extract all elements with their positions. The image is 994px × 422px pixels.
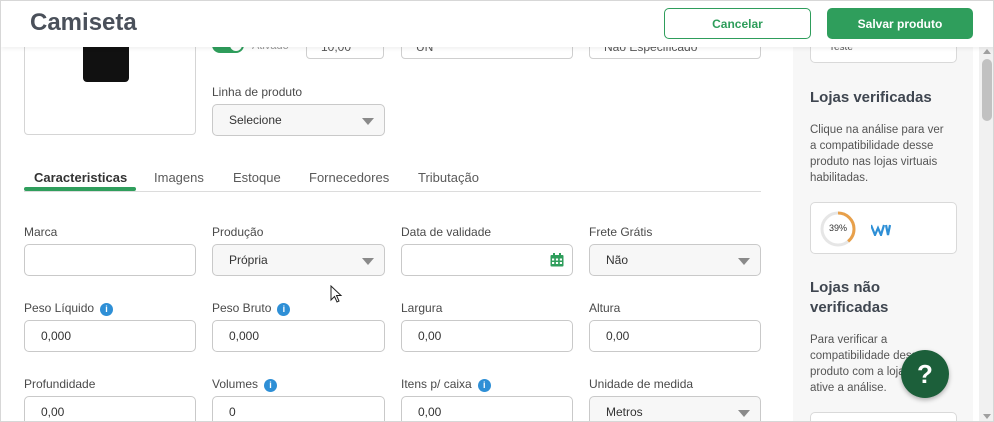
itens-caixa-label: Itens p/ caixa i xyxy=(401,377,491,392)
itens-caixa-value: 0,00 xyxy=(418,405,442,419)
tab-tributacao[interactable]: Tributação xyxy=(418,170,479,185)
unverified-title-line: Lojas não xyxy=(810,279,881,296)
peso-bruto-label-text: Peso Bruto xyxy=(212,301,272,315)
marca-input[interactable] xyxy=(24,244,196,276)
calendar-icon[interactable] xyxy=(550,253,564,267)
chevron-down-icon xyxy=(362,118,374,125)
tab-bar: Caracteristicas Imagens Estoque Forneced… xyxy=(24,167,761,192)
chevron-down-icon xyxy=(738,410,750,417)
scroll-thumb[interactable] xyxy=(982,59,992,121)
verified-text-line: habilitadas. xyxy=(810,172,869,184)
chevron-down-icon xyxy=(738,258,750,265)
unidade-label: Unidade de medida xyxy=(589,377,694,391)
producao-label: Produção xyxy=(212,225,264,239)
itens-caixa-input[interactable]: 0,00 xyxy=(401,396,573,421)
info-icon[interactable]: i xyxy=(277,303,291,316)
marca-label: Marca xyxy=(24,225,58,239)
peso-liquido-label: Peso Líquido i xyxy=(24,301,114,316)
tab-estoque[interactable]: Estoque xyxy=(233,170,281,185)
verified-text-line: produto nas lojas virtuais xyxy=(810,156,938,168)
volumes-value: 0 xyxy=(229,405,236,419)
cancel-button[interactable]: Cancelar xyxy=(664,8,811,39)
peso-bruto-label: Peso Bruto i xyxy=(212,301,291,316)
altura-label: Altura xyxy=(589,301,621,315)
profundidade-value: 0,00 xyxy=(41,405,65,419)
product-line-label: Linha de produto xyxy=(212,85,303,99)
scroll-down-arrow-icon[interactable] xyxy=(983,414,991,419)
tab-imagens[interactable]: Imagens xyxy=(154,170,204,185)
app-window: Ativado 10,00 UN Não Especificado Linha … xyxy=(0,0,994,422)
store-logo-icon xyxy=(871,224,891,236)
page-header: Camiseta Cancelar Salvar produto xyxy=(1,1,993,47)
validade-label: Data de validade xyxy=(401,225,492,239)
tab-caracteristicas[interactable]: Caracteristicas xyxy=(34,170,127,185)
sidebar: Teste Lojas verificadas Clique na anális… xyxy=(793,1,973,421)
unidade-select[interactable]: Metros xyxy=(589,396,761,421)
altura-value: 0,00 xyxy=(606,329,630,343)
help-button[interactable]: ? xyxy=(901,350,949,398)
verified-text-line: Clique na análise para ver xyxy=(810,124,944,136)
validade-input[interactable] xyxy=(401,244,573,276)
store-analysis-card[interactable]: 39% xyxy=(810,202,957,254)
info-icon[interactable]: i xyxy=(100,303,114,316)
peso-bruto-value: 0,000 xyxy=(229,329,260,343)
itens-caixa-label-text: Itens p/ caixa xyxy=(401,377,472,391)
peso-liquido-label-text: Peso Líquido xyxy=(24,301,95,315)
unverified-store-card[interactable] xyxy=(810,412,957,421)
mouse-cursor-icon xyxy=(330,285,343,303)
unverified-stores-title: Lojas não verificadas xyxy=(810,278,888,318)
score-value: 39% xyxy=(828,223,847,233)
profundidade-label: Profundidade xyxy=(24,377,96,391)
verified-stores-title: Lojas verificadas xyxy=(810,89,932,106)
frete-value: Não xyxy=(606,253,629,267)
largura-label: Largura xyxy=(401,301,443,315)
unverified-text-line: Para verificar a xyxy=(810,334,888,346)
tab-fornecedores[interactable]: Fornecedores xyxy=(309,170,389,185)
verified-stores-text: Clique na análise para ver a compatibili… xyxy=(810,122,944,186)
altura-input[interactable]: 0,00 xyxy=(589,320,761,352)
producao-value: Própria xyxy=(229,253,268,267)
active-tab-indicator xyxy=(24,187,136,191)
largura-input[interactable]: 0,00 xyxy=(401,320,573,352)
scroll-up-arrow-icon[interactable] xyxy=(983,49,991,54)
frete-label: Frete Grátis xyxy=(589,225,653,239)
page-title: Camiseta xyxy=(30,9,137,36)
product-line-value: Selecione xyxy=(229,113,282,127)
producao-select[interactable]: Própria xyxy=(212,244,385,276)
volumes-label: Volumes i xyxy=(212,377,278,392)
chevron-down-icon xyxy=(362,258,374,265)
peso-liquido-value: 0,000 xyxy=(41,329,72,343)
info-icon[interactable]: i xyxy=(477,379,491,392)
product-image xyxy=(83,42,129,82)
peso-bruto-input[interactable]: 0,000 xyxy=(212,320,385,352)
frete-select[interactable]: Não xyxy=(589,244,761,276)
save-button[interactable]: Salvar produto xyxy=(827,8,973,39)
product-line-select[interactable]: Selecione xyxy=(212,104,385,136)
profundidade-input[interactable]: 0,00 xyxy=(24,396,196,421)
info-icon[interactable]: i xyxy=(264,379,278,392)
volumes-input[interactable]: 0 xyxy=(212,396,385,421)
largura-value: 0,00 xyxy=(418,329,442,343)
verified-text-line: a compatibilidade desse xyxy=(810,140,934,152)
unverified-title-line: verificadas xyxy=(810,299,889,316)
scrollbar[interactable] xyxy=(979,47,993,421)
volumes-label-text: Volumes xyxy=(212,377,259,391)
main-content: Ativado 10,00 UN Não Especificado Linha … xyxy=(1,1,781,421)
peso-liquido-input[interactable]: 0,000 xyxy=(24,320,196,352)
unidade-value: Metros xyxy=(606,405,643,419)
